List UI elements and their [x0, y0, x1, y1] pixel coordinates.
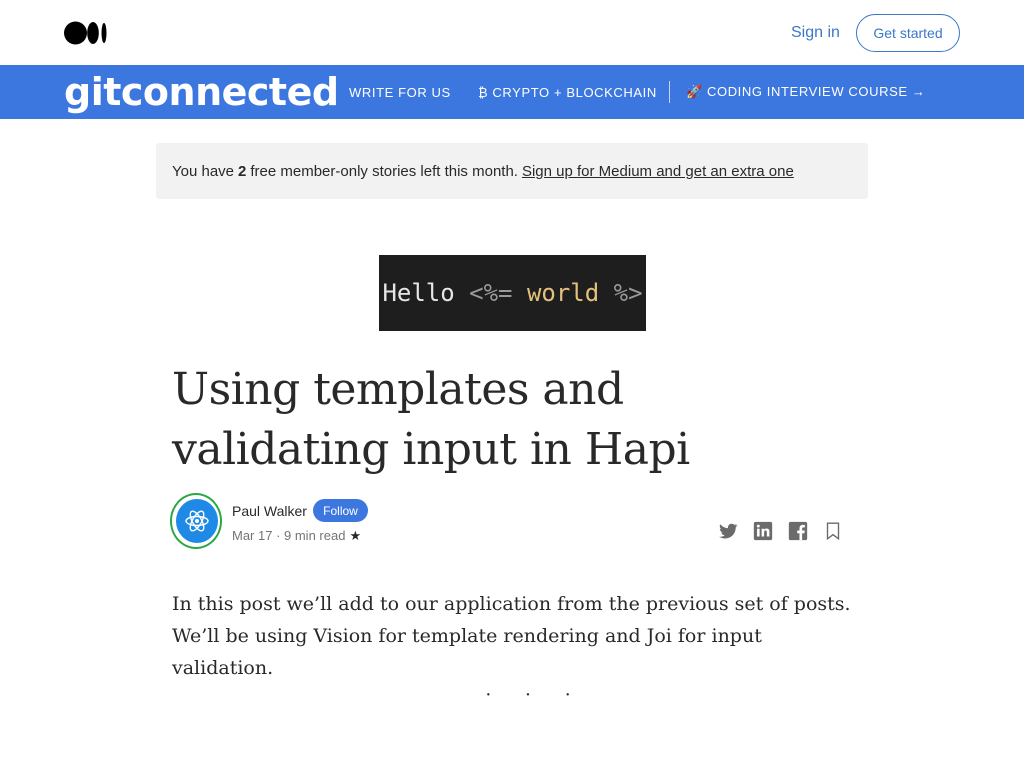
sign-in-link[interactable]: Sign in: [791, 24, 840, 42]
author-name[interactable]: Paul Walker: [232, 503, 307, 519]
hero-open-tag: <%=: [469, 279, 513, 307]
hero-code-image: Hello <%= world %>: [379, 255, 646, 331]
get-started-button[interactable]: Get started: [856, 14, 960, 52]
hero-word-hello: Hello: [382, 279, 470, 307]
facebook-icon[interactable]: [787, 520, 809, 542]
article-title: Using templates and validating input in …: [172, 364, 690, 475]
linkedin-icon[interactable]: [752, 520, 774, 542]
nav-coding-interview-course[interactable]: 🚀 CODING INTERVIEW COURSE →: [686, 65, 925, 119]
article-date-readtime: Mar 17 · 9 min read: [232, 528, 346, 543]
banner-count: 2: [238, 162, 247, 180]
publication-bar: gitconnected WRITE FOR US ₿ CRYPTO + BLO…: [0, 65, 1024, 119]
publication-logo[interactable]: gitconnected: [64, 69, 339, 115]
avatar-image: [176, 499, 218, 543]
banner-prefix: You have: [172, 162, 235, 180]
nav-divider: [669, 81, 670, 103]
nav-crypto-blockchain[interactable]: ₿ CRYPTO + BLOCKCHAIN: [478, 65, 657, 119]
member-stories-banner: You have 2 free member-only stories left…: [156, 143, 868, 199]
atom-icon: [185, 510, 209, 532]
banner-suffix: free member-only stories left this month…: [250, 162, 518, 180]
medium-logo-icon[interactable]: [64, 20, 110, 46]
member-star-icon: ★: [349, 528, 362, 543]
banner-signup-link[interactable]: Sign up for Medium and get an extra one: [522, 163, 794, 180]
article-body-paragraph: In this post we’ll add to our applicatio…: [172, 593, 851, 679]
twitter-icon[interactable]: [717, 520, 739, 542]
nav-write-for-us[interactable]: WRITE FOR US: [349, 65, 451, 119]
article-meta: Mar 17 · 9 min read ★: [232, 528, 361, 544]
author-avatar[interactable]: [170, 493, 222, 549]
hero-word-world: world: [512, 279, 614, 307]
bookmark-icon[interactable]: [822, 520, 844, 542]
section-separator: · · ·: [485, 684, 585, 706]
follow-button[interactable]: Follow: [313, 499, 368, 522]
hero-close-tag: %>: [613, 279, 643, 307]
top-bar: Sign in Get started: [0, 0, 1024, 65]
